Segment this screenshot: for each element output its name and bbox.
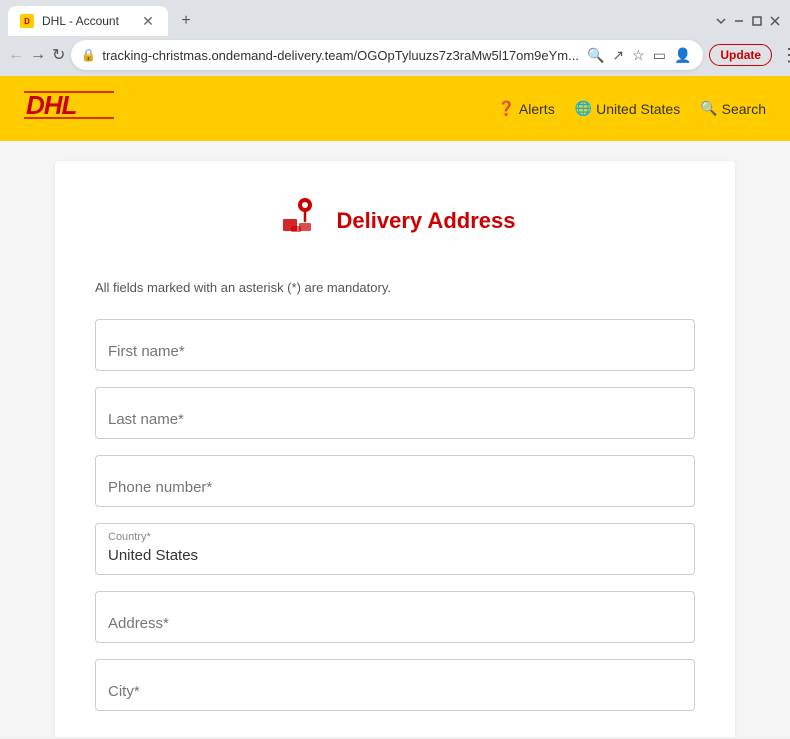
last-name-input[interactable] [95, 387, 695, 439]
minimize-button[interactable] [732, 14, 746, 28]
back-button[interactable]: ← [8, 41, 24, 69]
bookmark-icon[interactable]: ☆ [630, 45, 647, 66]
browser-tab[interactable]: D DHL - Account ✕ [8, 6, 168, 36]
header-search-icon: 🔍 [700, 100, 717, 117]
tab-close-button[interactable]: ✕ [140, 13, 156, 29]
window-controls [714, 14, 782, 28]
country-field: Country* [95, 523, 695, 575]
country-input[interactable] [95, 523, 695, 575]
search-nav-item[interactable]: 🔍 Search [700, 100, 766, 117]
phone-number-field [95, 455, 695, 507]
dhl-header: DHL ❓ Alerts 🌐 United States 🔍 Search [0, 76, 790, 141]
page-content: DHL ❓ Alerts 🌐 United States 🔍 Search [0, 76, 790, 737]
url-text: tracking-christmas.ondemand-delivery.tea… [102, 48, 579, 63]
mandatory-note: All fields marked with an asterisk (*) a… [95, 280, 695, 295]
address-bar[interactable]: 🔒 tracking-christmas.ondemand-delivery.t… [71, 40, 703, 70]
browser-menu-button[interactable]: ⋮ [780, 45, 790, 66]
last-name-field [95, 387, 695, 439]
city-input[interactable] [95, 659, 695, 711]
first-name-field [95, 319, 695, 371]
dhl-logo-text: DHL [24, 90, 114, 127]
new-tab-button[interactable]: + [172, 7, 200, 35]
dhl-logo[interactable]: DHL [24, 90, 114, 127]
header-navigation: ❓ Alerts 🌐 United States 🔍 Search [497, 100, 766, 117]
forward-button[interactable]: → [30, 41, 46, 69]
alerts-label: Alerts [519, 101, 555, 117]
reload-button[interactable]: ↻ [52, 41, 65, 69]
globe-icon: 🌐 [575, 100, 592, 117]
tab-search-button[interactable] [714, 14, 728, 28]
main-content: DHL [0, 141, 790, 737]
country-nav-item[interactable]: 🌐 United States [575, 100, 681, 117]
phone-input[interactable] [95, 455, 695, 507]
form-header: Delivery Address [95, 191, 695, 250]
reader-mode-icon[interactable]: ▭ [651, 45, 668, 66]
update-button[interactable]: Update [709, 44, 772, 66]
svg-text:DHL: DHL [26, 90, 77, 120]
account-icon[interactable]: 👤 [672, 45, 693, 66]
close-window-button[interactable] [768, 14, 782, 28]
restore-button[interactable] [750, 14, 764, 28]
city-field [95, 659, 695, 711]
alerts-nav-item[interactable]: ❓ Alerts [497, 100, 554, 117]
country-label: United States [596, 101, 680, 117]
form-card: Delivery Address All fields marked with … [55, 161, 735, 737]
form-title: Delivery Address [337, 208, 516, 234]
first-name-input[interactable] [95, 319, 695, 371]
lock-icon: 🔒 [81, 48, 96, 62]
alerts-icon: ❓ [497, 100, 514, 117]
address-field [95, 591, 695, 643]
tab-favicon: D [20, 14, 34, 28]
address-input[interactable] [95, 591, 695, 643]
delivery-icon [275, 191, 325, 250]
share-icon[interactable]: ↗ [610, 45, 626, 66]
search-bar-icon[interactable]: 🔍 [585, 45, 606, 66]
tab-title: DHL - Account [42, 14, 132, 28]
search-label: Search [722, 101, 766, 117]
